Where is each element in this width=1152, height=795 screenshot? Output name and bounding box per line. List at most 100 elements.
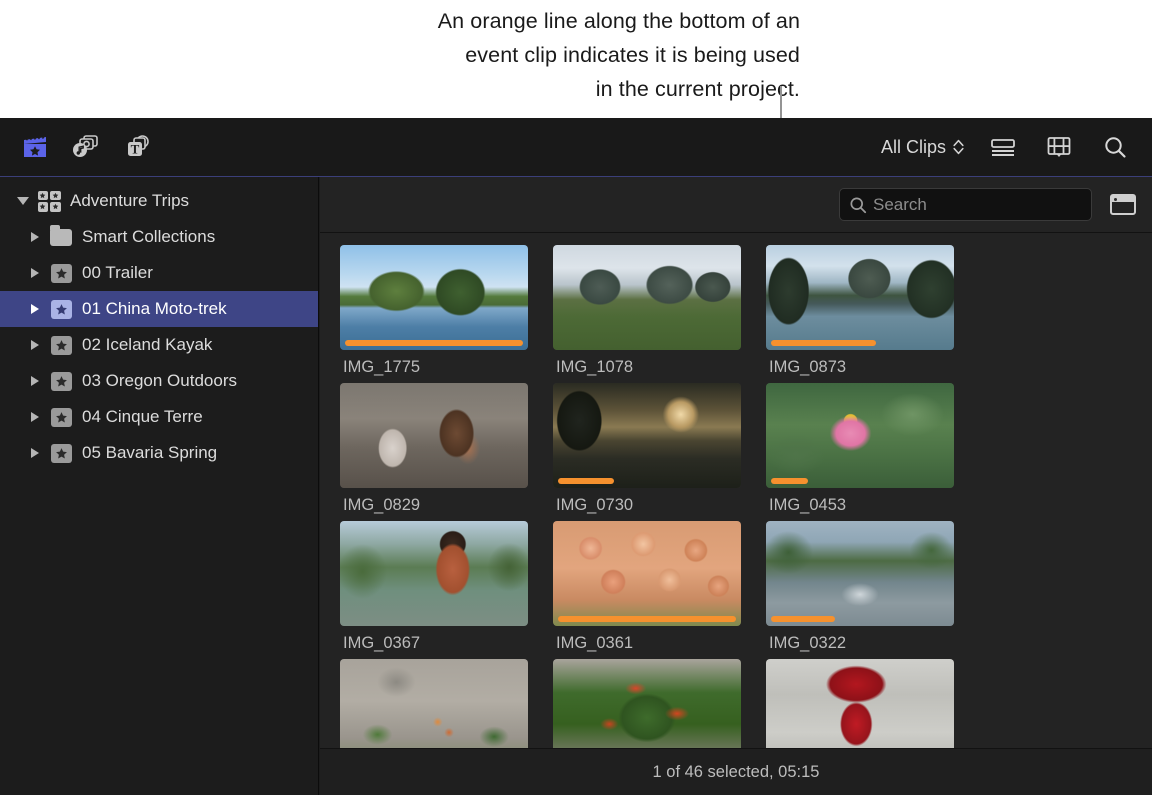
sidebar-item-03-oregon-outdoors[interactable]: 03 Oregon Outdoors bbox=[0, 363, 318, 399]
clip-name: IMG_0361 bbox=[556, 634, 634, 652]
project-used-orange-bar bbox=[558, 478, 614, 484]
clip-name: IMG_0367 bbox=[343, 634, 421, 652]
filmstrip-view-button[interactable] bbox=[1042, 130, 1076, 164]
selection-status-text: 1 of 46 selected, 05:15 bbox=[652, 762, 820, 781]
photos-audio-button[interactable] bbox=[69, 130, 103, 164]
disclosure-triangle-closed-icon[interactable] bbox=[22, 232, 48, 242]
star-badge-icon bbox=[48, 371, 74, 391]
sidebar-item-label: 00 Trailer bbox=[82, 263, 153, 282]
thumbnail-image bbox=[553, 383, 741, 488]
filmstrip-icon bbox=[1047, 137, 1071, 157]
sidebar-item-label: 01 China Moto-trek bbox=[82, 299, 227, 318]
disclosure-triangle-closed-icon[interactable] bbox=[22, 304, 48, 314]
top-toolbar: T All Clips bbox=[0, 118, 1152, 177]
star-badge-icon bbox=[48, 407, 74, 427]
clip-thumbnail[interactable] bbox=[766, 521, 954, 626]
event-browser: Search IMG_1775 IMG_1078 IMG_0873 IMG_08… bbox=[320, 177, 1152, 795]
thumbnail-image bbox=[340, 521, 528, 626]
sidebar-item-02-iceland-kayak[interactable]: 02 Iceland Kayak bbox=[0, 327, 318, 363]
clip-name: IMG_0873 bbox=[769, 358, 847, 376]
callout-line-2: event clip indicates it is being used bbox=[465, 43, 800, 67]
star-badge-icon bbox=[48, 299, 74, 319]
clip-item[interactable]: IMG_0730 bbox=[553, 383, 741, 515]
clip-thumbnail[interactable] bbox=[553, 521, 741, 626]
library-grid-icon bbox=[36, 190, 62, 212]
project-used-orange-bar bbox=[558, 616, 736, 622]
thumbnail-image bbox=[340, 245, 528, 350]
disclosure-triangle-closed-icon[interactable] bbox=[22, 340, 48, 350]
disclosure-triangle-closed-icon[interactable] bbox=[22, 268, 48, 278]
search-button[interactable] bbox=[1098, 130, 1132, 164]
chevron-up-down-icon bbox=[953, 139, 964, 155]
callout-line-3: in the current project. bbox=[595, 77, 800, 101]
search-icon bbox=[1105, 137, 1126, 158]
folder-icon bbox=[48, 224, 74, 246]
final-cut-pro-window: T All Clips Adventure Trips Smart Collec… bbox=[0, 118, 1152, 795]
list-view-icon bbox=[991, 139, 1015, 156]
thumbnail-image bbox=[766, 245, 954, 350]
star-badge-icon bbox=[48, 335, 74, 355]
clip-item[interactable]: IMG_0873 bbox=[766, 245, 954, 377]
sidebar-item-smart-collections[interactable]: Smart Collections bbox=[0, 219, 318, 255]
disclosure-triangle-closed-icon[interactable] bbox=[22, 412, 48, 422]
clip-item[interactable]: IMG_1775 bbox=[340, 245, 528, 377]
clip-name: IMG_0829 bbox=[343, 496, 421, 514]
clip-item[interactable]: IMG_1078 bbox=[553, 245, 741, 377]
clip-thumbnail[interactable] bbox=[340, 383, 528, 488]
sidebar-item-label: 04 Cinque Terre bbox=[82, 407, 203, 426]
sidebar-item-label: 03 Oregon Outdoors bbox=[82, 371, 237, 390]
titles-generators-button[interactable]: T bbox=[120, 130, 154, 164]
disclosure-triangle-closed-icon[interactable] bbox=[22, 376, 48, 386]
photos-audio-icon bbox=[73, 135, 98, 157]
thumbnail-image bbox=[766, 521, 954, 626]
clip-thumbnail[interactable] bbox=[553, 383, 741, 488]
disclosure-triangle-open-icon[interactable] bbox=[10, 197, 36, 205]
project-used-orange-bar bbox=[771, 340, 876, 346]
sidebar-item-label: 05 Bavaria Spring bbox=[82, 443, 218, 462]
clip-name: IMG_1775 bbox=[343, 358, 421, 376]
clip-item[interactable]: IMG_0829 bbox=[340, 383, 528, 515]
screenshot-root: An orange line along the bottom of an ev… bbox=[0, 0, 1152, 795]
window-panel-icon[interactable] bbox=[1110, 194, 1136, 215]
status-bar: 1 of 46 selected, 05:15 bbox=[320, 748, 1152, 795]
disclosure-triangle-closed-icon[interactable] bbox=[22, 448, 48, 458]
search-placeholder: Search bbox=[873, 194, 927, 214]
sidebar-item-04-cinque-terre[interactable]: 04 Cinque Terre bbox=[0, 399, 318, 435]
project-used-orange-bar bbox=[771, 616, 835, 622]
star-badge-icon bbox=[48, 263, 74, 283]
clip-thumbnail[interactable] bbox=[553, 245, 741, 350]
clip-name: IMG_0453 bbox=[769, 496, 847, 514]
list-view-button[interactable] bbox=[986, 130, 1020, 164]
clip-item[interactable]: IMG_0367 bbox=[340, 521, 528, 653]
clip-name: IMG_1078 bbox=[556, 358, 634, 376]
clip-thumbnail[interactable] bbox=[766, 383, 954, 488]
sidebar-item-adventure-trips[interactable]: Adventure Trips bbox=[0, 183, 318, 219]
libraries-button[interactable] bbox=[18, 130, 52, 164]
libraries-sidebar[interactable]: Adventure Trips Smart Collections 00 Tra… bbox=[0, 177, 319, 795]
clip-grid: IMG_1775 IMG_1078 IMG_0873 IMG_0829 IMG_… bbox=[320, 234, 1152, 763]
clip-thumbnail[interactable] bbox=[340, 521, 528, 626]
clapperboard-star-icon bbox=[24, 135, 46, 157]
callout-line-1: An orange line along the bottom of an bbox=[437, 9, 800, 33]
thumbnail-image bbox=[766, 383, 954, 488]
clip-item[interactable]: IMG_0361 bbox=[553, 521, 741, 653]
sidebar-item-label: 02 Iceland Kayak bbox=[82, 335, 213, 354]
sidebar-item-05-bavaria-spring[interactable]: 05 Bavaria Spring bbox=[0, 435, 318, 471]
clip-name: IMG_0322 bbox=[769, 634, 847, 652]
clip-item[interactable]: IMG_0453 bbox=[766, 383, 954, 515]
thumbnail-image bbox=[340, 383, 528, 488]
sidebar-item-label: Smart Collections bbox=[82, 227, 216, 246]
thumbnail-image bbox=[553, 521, 741, 626]
clip-thumbnail[interactable] bbox=[766, 245, 954, 350]
clip-thumbnail[interactable] bbox=[340, 245, 528, 350]
svg-text:T: T bbox=[131, 141, 140, 156]
search-icon bbox=[850, 196, 867, 213]
sidebar-item-01-china-moto-trek[interactable]: 01 China Moto-trek bbox=[0, 291, 318, 327]
search-input[interactable]: Search bbox=[839, 188, 1092, 221]
clip-filter-popup[interactable]: All Clips bbox=[881, 137, 964, 158]
sidebar-item-label: Adventure Trips bbox=[70, 191, 190, 210]
sidebar-item-00-trailer[interactable]: 00 Trailer bbox=[0, 255, 318, 291]
browser-header: Search bbox=[320, 177, 1152, 233]
clip-item[interactable]: IMG_0322 bbox=[766, 521, 954, 653]
project-used-orange-bar bbox=[771, 478, 808, 484]
